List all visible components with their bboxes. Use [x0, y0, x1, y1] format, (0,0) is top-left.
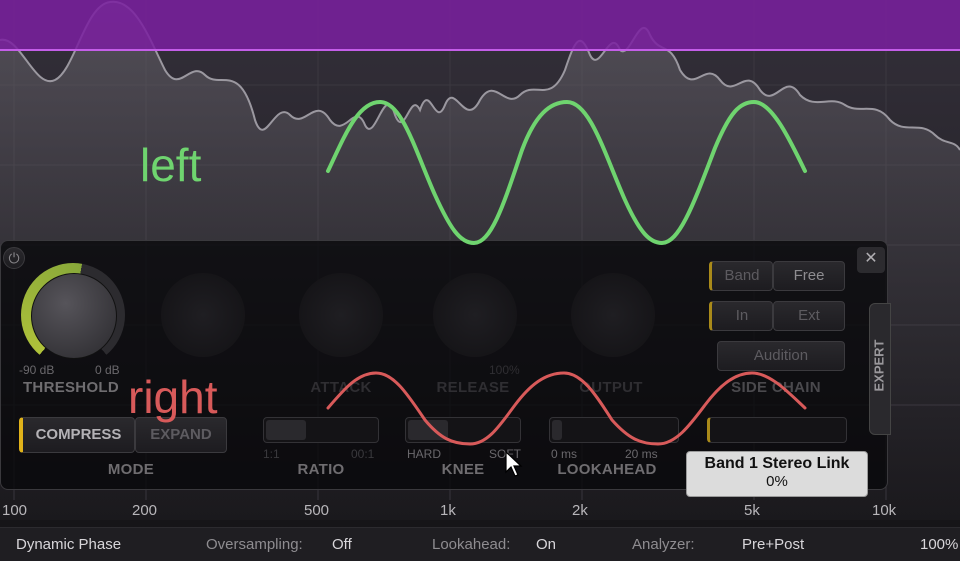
- lookahead-slider[interactable]: [549, 417, 679, 443]
- lookahead-min: 0 ms: [551, 447, 578, 461]
- stereo-link-tooltip: Band 1 Stereo Link 0%: [686, 451, 868, 497]
- dynamic-phase-button[interactable]: Dynamic Phase: [16, 536, 121, 553]
- compress-button[interactable]: COMPRESS: [19, 417, 135, 453]
- lookahead-label: LOOKAHEAD: [557, 461, 657, 478]
- knee-label: KNEE: [441, 461, 485, 478]
- side-chain-free-button[interactable]: Free: [773, 261, 845, 291]
- output-knob[interactable]: [571, 273, 655, 357]
- status-bar: Dynamic Phase Oversampling: Off Lookahea…: [0, 527, 960, 561]
- knee-knob[interactable]: [433, 273, 517, 357]
- expert-tab[interactable]: EXPERT: [869, 303, 891, 435]
- zoom-value[interactable]: 100%: [920, 536, 958, 553]
- freq-label: 500: [304, 502, 330, 519]
- tooltip-title: Band 1 Stereo Link: [704, 455, 850, 472]
- release-max: 100%: [489, 363, 520, 377]
- right-wave-label: right: [128, 371, 218, 423]
- analyzer-label: Analyzer:: [632, 536, 695, 553]
- stereo-link-slider[interactable]: [707, 417, 847, 443]
- lookahead-max: 20 ms: [625, 447, 658, 461]
- freq-label: 200: [132, 502, 158, 519]
- freq-label: 10k: [872, 502, 897, 519]
- ratio-max: 00:1: [351, 447, 375, 461]
- side-chain-ext-button[interactable]: Ext: [773, 301, 845, 331]
- attack-label: ATTACK: [310, 379, 372, 396]
- ratio-slider[interactable]: [263, 417, 379, 443]
- threshold-knob[interactable]: [21, 263, 125, 367]
- lookahead-status-label: Lookahead:: [432, 536, 511, 553]
- power-button[interactable]: ⏻: [3, 247, 25, 269]
- left-wave-label: left: [140, 139, 202, 191]
- freq-label: 5k: [744, 502, 760, 519]
- tooltip-value: 0%: [766, 473, 788, 490]
- threshold-max: 0 dB: [95, 363, 120, 377]
- ratio-label: RATIO: [297, 461, 345, 478]
- oversampling-label: Oversampling:: [206, 536, 303, 553]
- output-label: OUTPUT: [579, 379, 643, 396]
- freq-label: 100: [2, 502, 28, 519]
- band-threshold-region[interactable]: [0, 0, 960, 50]
- side-chain-in-button[interactable]: In: [709, 301, 773, 331]
- analyzer-value[interactable]: Pre+Post: [742, 536, 804, 553]
- threshold-label: THRESHOLD: [22, 379, 120, 396]
- side-chain-label: SIDE CHAIN: [731, 379, 821, 396]
- threshold-min: -90 dB: [19, 363, 55, 377]
- lookahead-status-value[interactable]: On: [536, 536, 556, 553]
- audition-button[interactable]: Audition: [717, 341, 845, 371]
- eq-display[interactable]: ⏻ -90 dB 0 dB THRESHOLD ATTACK 100% RELE…: [0, 0, 960, 561]
- close-button[interactable]: ✕: [857, 247, 885, 273]
- release-knob[interactable]: [299, 273, 383, 357]
- mouse-cursor-icon: [505, 450, 523, 477]
- ratio-min: 1:1: [263, 447, 280, 461]
- oversampling-value[interactable]: Off: [332, 536, 352, 553]
- expert-label: EXPERT: [871, 339, 887, 392]
- mode-label: MODE: [107, 461, 155, 478]
- side-chain-band-button[interactable]: Band: [709, 261, 773, 291]
- knee-slider[interactable]: [405, 417, 521, 443]
- release-label: RELEASE: [436, 379, 510, 396]
- freq-label: 2k: [572, 502, 588, 519]
- attack-knob[interactable]: [161, 273, 245, 357]
- knee-min: HARD: [407, 447, 442, 461]
- freq-label: 1k: [440, 502, 456, 519]
